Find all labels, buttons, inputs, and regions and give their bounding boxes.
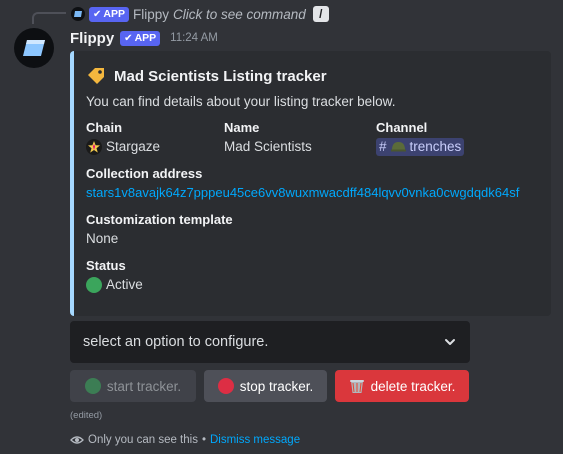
avatar[interactable]	[14, 28, 54, 68]
reply-avatar[interactable]	[71, 7, 85, 21]
chain-value: Stargaze	[106, 139, 161, 154]
message-header: Flippy ✔ APP 11:24 AM	[70, 28, 218, 48]
field-name: Name Mad Scientists	[224, 119, 376, 157]
ephemeral-notice: Only you can see this • Dismiss message	[70, 433, 300, 447]
reply-bot-name[interactable]: Flippy	[133, 7, 169, 22]
red-circle-icon	[217, 378, 234, 394]
stargaze-star-icon	[86, 139, 102, 155]
start-tracker-button[interactable]: start tracker.	[70, 370, 196, 402]
delete-tracker-button[interactable]: delete tracker.	[335, 370, 469, 402]
green-circle-icon	[86, 277, 102, 293]
embed-card: Mad Scientists Listing tracker You can f…	[70, 51, 551, 316]
reply-command-hint[interactable]: Click to see command	[173, 7, 306, 22]
embed-title: Mad Scientists Listing tracker	[86, 65, 537, 87]
field-chain: Chain Stargaze	[86, 119, 224, 157]
reply-reference[interactable]: ✔ APP Flippy Click to see command /	[71, 5, 329, 23]
wastebasket-icon	[349, 380, 364, 393]
timestamp[interactable]: 11:24 AM	[170, 32, 218, 44]
slash-command-icon[interactable]: /	[312, 6, 329, 22]
customization-template-value: None	[86, 231, 119, 246]
embed-description: You can find details about your listing …	[86, 94, 396, 109]
channel-mention[interactable]: # trenches	[376, 138, 465, 156]
eye-icon	[70, 436, 84, 444]
verified-check-icon: ✔	[124, 32, 133, 44]
collection-address-link[interactable]: stars1v8avajk64z7pppeu45ce6vv8wuxmwacdff…	[86, 183, 537, 203]
inline-fields: Chain Stargaze Name Mad Scientists Chann…	[86, 119, 537, 157]
dismiss-message-link[interactable]: Dismiss message	[210, 434, 300, 446]
app-badge: ✔ APP	[120, 30, 161, 46]
green-circle-icon	[84, 378, 101, 394]
select-placeholder: select an option to configure.	[83, 334, 269, 350]
field-channel: Channel # trenches	[376, 119, 536, 157]
reply-app-badge: ✔ APP	[89, 6, 129, 22]
username[interactable]: Flippy	[70, 30, 114, 47]
collection-name-value: Mad Scientists	[224, 139, 312, 154]
status-value: Active	[106, 277, 143, 292]
channel-hash-icon: #	[379, 139, 387, 154]
reply-connector	[32, 12, 66, 24]
configure-select[interactable]: select an option to configure.	[70, 321, 470, 363]
helmet-icon	[390, 141, 406, 151]
flippy-logo-icon	[23, 40, 45, 56]
verified-check-icon: ✔	[93, 8, 102, 20]
stop-tracker-button[interactable]: stop tracker.	[204, 370, 327, 402]
field-status: Status Active	[86, 257, 537, 295]
label-tag-icon	[88, 68, 104, 84]
chevron-down-icon	[445, 339, 455, 345]
field-collection-address: Collection address stars1v8avajk64z7pppe…	[86, 165, 537, 203]
edited-indicator: (edited)	[70, 410, 103, 421]
field-customization-template: Customization template None	[86, 211, 537, 249]
